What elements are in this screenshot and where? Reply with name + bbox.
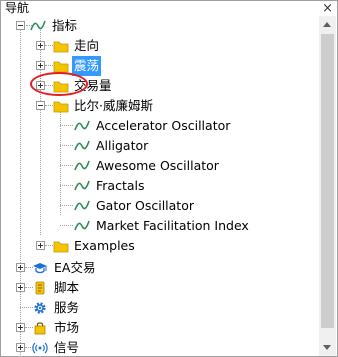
scroll-down-button[interactable] bbox=[319, 339, 336, 356]
tree-item-label: Fractals bbox=[96, 178, 145, 193]
tree-node-label: EA交易 bbox=[54, 260, 96, 275]
tree-node-trend[interactable]: 走向 bbox=[1, 36, 320, 56]
tree-node-label: 脚本 bbox=[54, 280, 80, 295]
tree-node-label: 市场 bbox=[54, 320, 80, 335]
chevron-down-icon bbox=[323, 345, 331, 350]
tree-node-label: Examples bbox=[74, 238, 135, 253]
expand-icon[interactable] bbox=[36, 41, 45, 50]
expand-icon[interactable] bbox=[16, 323, 25, 332]
indicator-icon bbox=[74, 120, 90, 131]
scroll-thumb[interactable] bbox=[321, 34, 334, 328]
indicator-icon bbox=[74, 140, 90, 151]
graduation-cap-icon bbox=[33, 263, 47, 274]
tree-node-label: 走向 bbox=[74, 38, 100, 53]
expand-icon[interactable] bbox=[36, 241, 45, 250]
chevron-up-icon bbox=[323, 22, 331, 27]
tree-item-label: Alligator bbox=[96, 138, 149, 153]
window-title: 导航 bbox=[5, 1, 30, 15]
tree-node-volumes[interactable]: 交易量 bbox=[1, 76, 320, 96]
folder-icon bbox=[53, 101, 69, 113]
scroll-up-button[interactable] bbox=[319, 16, 336, 33]
shopping-bag-icon bbox=[34, 322, 46, 335]
tree-item-label: Market Facilitation Index bbox=[96, 218, 249, 233]
tree-item-label: Gator Oscillator bbox=[96, 198, 194, 213]
close-icon[interactable]: × bbox=[322, 1, 333, 16]
tree-node-indicators[interactable]: 指标 bbox=[1, 16, 320, 36]
tree-node-label: 服务 bbox=[54, 300, 80, 315]
expand-icon[interactable] bbox=[36, 81, 45, 90]
tree-node-label: 指标 bbox=[52, 18, 78, 33]
tree-item-indicator[interactable]: Fractals bbox=[1, 176, 320, 196]
tree-node-market[interactable]: 市场 bbox=[1, 318, 320, 338]
tree-node-label: 震荡 bbox=[72, 56, 102, 76]
indicator-icon bbox=[74, 200, 90, 211]
tree-item-label: Awesome Oscillator bbox=[96, 158, 219, 173]
tree-node-label: 交易量 bbox=[74, 78, 112, 93]
tree-item-indicator[interactable]: Gator Oscillator bbox=[1, 196, 320, 216]
tree-item-label: Accelerator Oscillator bbox=[96, 118, 231, 133]
indicator-icon bbox=[74, 160, 90, 171]
expand-icon[interactable] bbox=[16, 343, 25, 352]
indicator-icon bbox=[30, 20, 46, 31]
expand-icon[interactable] bbox=[36, 61, 45, 70]
vertical-scrollbar[interactable] bbox=[319, 16, 336, 356]
tree-item-indicator[interactable]: Accelerator Oscillator bbox=[1, 116, 320, 136]
tree-node-expert-advisors[interactable]: EA交易 bbox=[1, 258, 320, 278]
tree-node-services[interactable]: 服务 bbox=[1, 298, 320, 318]
expand-icon[interactable] bbox=[16, 263, 25, 272]
folder-icon bbox=[53, 241, 69, 253]
navigator-panel: 导航 × 指标 走向 震荡 交易量 比尔·威廉姆斯 Accelerator Os… bbox=[0, 0, 338, 357]
folder-icon bbox=[53, 81, 69, 93]
tree-node-label: 信号 bbox=[54, 340, 80, 355]
folder-icon bbox=[53, 41, 69, 53]
tree-node-signals[interactable]: 信号 bbox=[1, 338, 320, 356]
tree-item-indicator[interactable]: Alligator bbox=[1, 136, 320, 156]
tree-node-examples[interactable]: Examples bbox=[1, 236, 320, 256]
collapse-icon[interactable] bbox=[16, 21, 25, 30]
script-icon bbox=[35, 281, 45, 295]
indicator-icon bbox=[74, 220, 90, 231]
tree-node-bill-williams[interactable]: 比尔·威廉姆斯 bbox=[1, 96, 320, 116]
gear-icon bbox=[34, 302, 46, 314]
tree-item-indicator[interactable]: Awesome Oscillator bbox=[1, 156, 320, 176]
expand-icon[interactable] bbox=[16, 283, 25, 292]
signal-icon bbox=[32, 342, 48, 354]
folder-icon bbox=[53, 61, 69, 73]
tree-node-label: 比尔·威廉姆斯 bbox=[74, 98, 153, 113]
tree-node-oscillators[interactable]: 震荡 bbox=[1, 56, 320, 76]
tree-item-indicator[interactable]: Market Facilitation Index bbox=[1, 216, 320, 236]
navigator-tree: 指标 走向 震荡 交易量 比尔·威廉姆斯 Accelerator Oscilla… bbox=[1, 16, 320, 356]
indicator-icon bbox=[74, 180, 90, 191]
tree-node-scripts[interactable]: 脚本 bbox=[1, 278, 320, 298]
title-bar: 导航 × bbox=[1, 1, 337, 16]
collapse-icon[interactable] bbox=[36, 101, 45, 110]
